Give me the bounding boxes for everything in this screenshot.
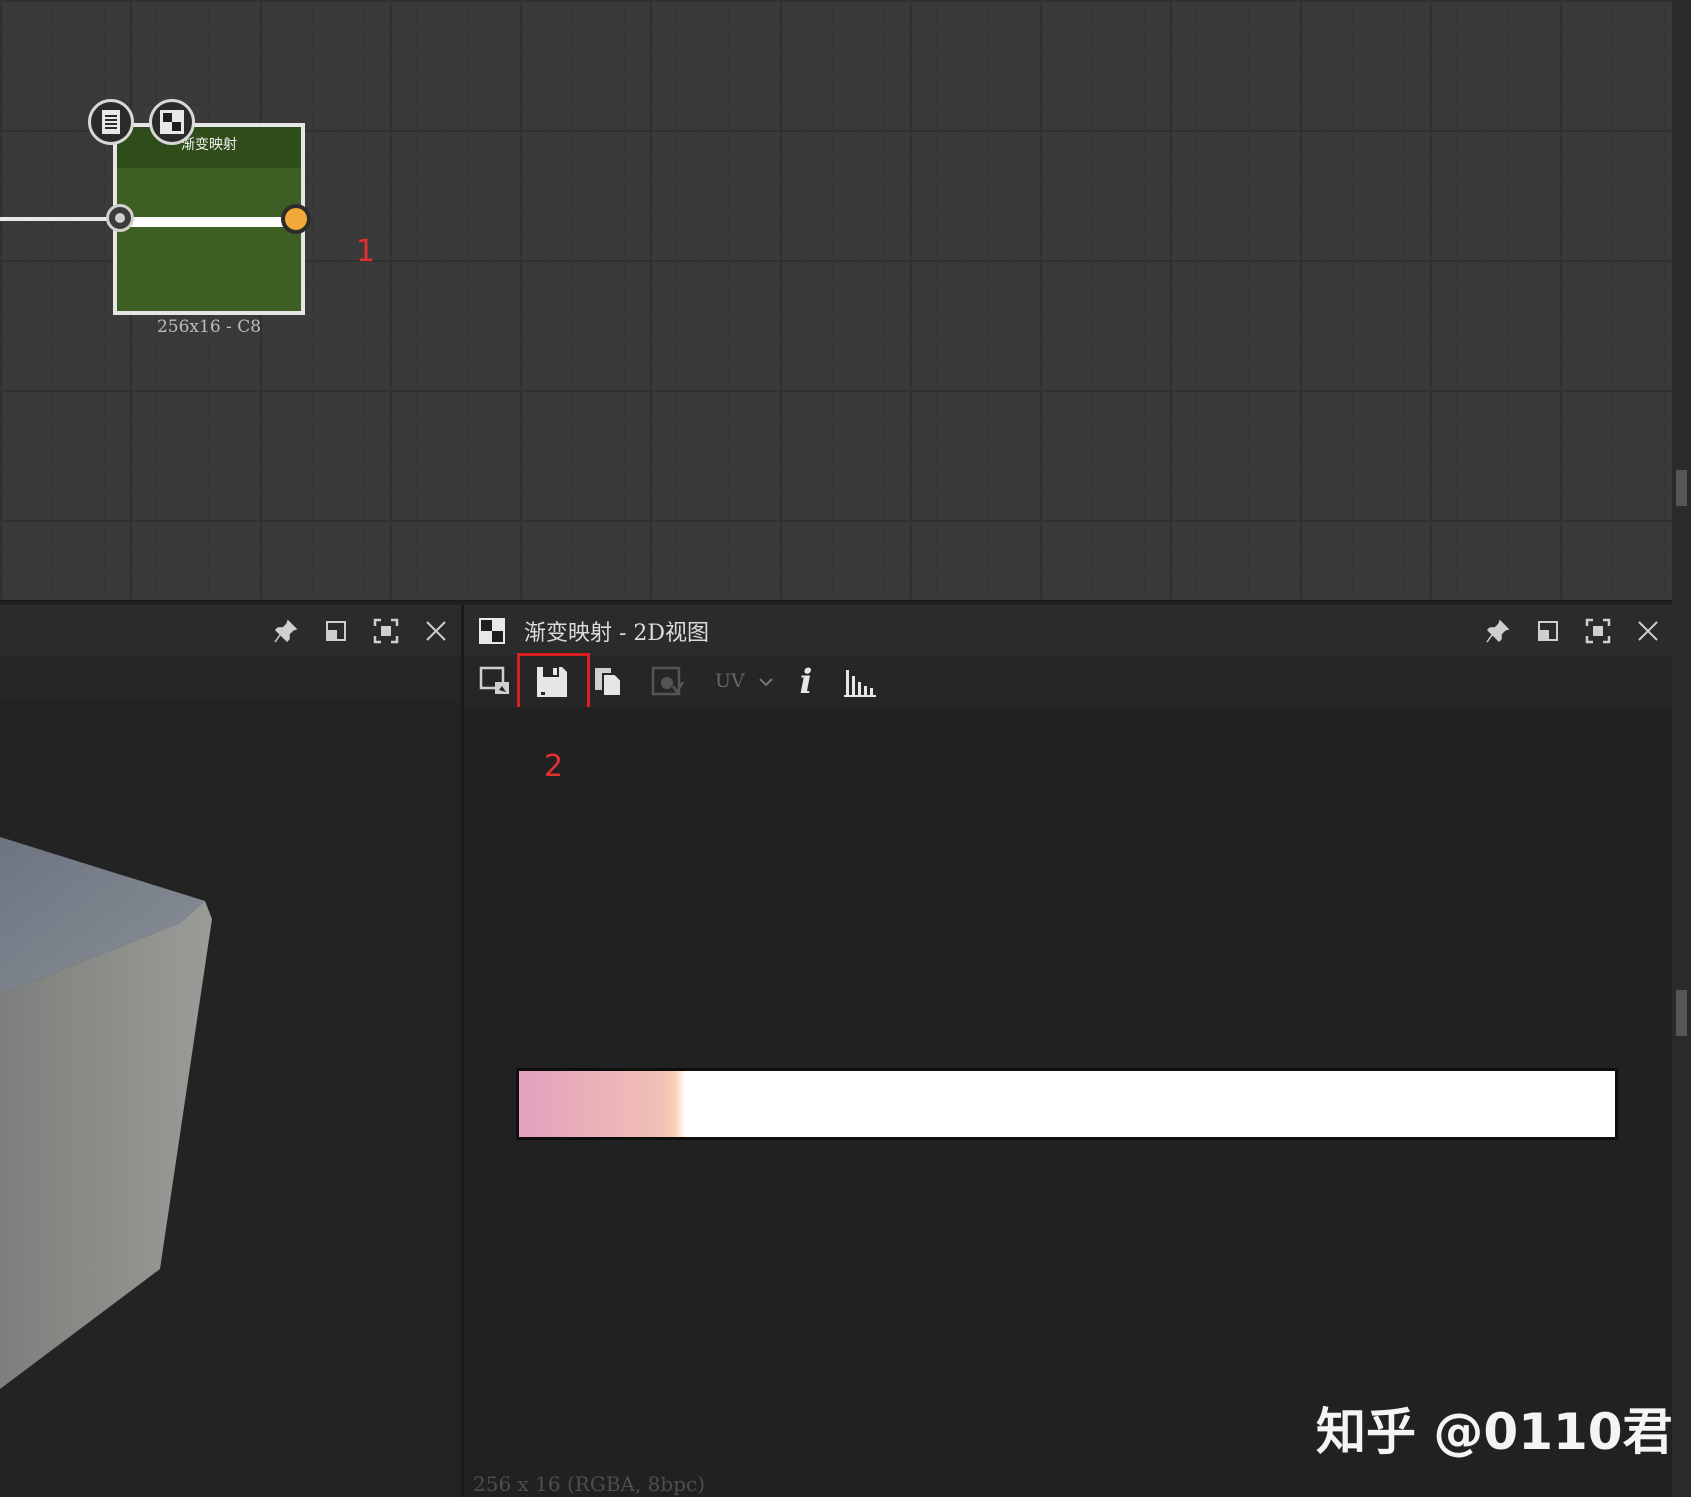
annotation-2: 2	[544, 749, 564, 784]
annotation-1: 1	[356, 234, 376, 269]
pin-icon[interactable]	[1484, 617, 1512, 645]
cube-mesh	[0, 837, 212, 1389]
copy-icon[interactable]	[588, 663, 628, 701]
graph-canvas[interactable]: 渐变映射 256x16 - C8 1	[0, 0, 1672, 602]
gradient-map-node[interactable]: 渐变映射	[113, 123, 305, 315]
node-resolution-label: 256x16 - C8	[156, 317, 262, 337]
checker-view-icon	[478, 617, 506, 645]
maximize-icon[interactable]	[1584, 617, 1612, 645]
histogram-icon[interactable]	[840, 663, 880, 701]
close-icon[interactable]	[422, 617, 450, 645]
uv-dropdown[interactable]: UV	[715, 670, 745, 692]
document-icon[interactable]	[88, 99, 134, 145]
float-window-icon[interactable]	[322, 617, 350, 645]
texture-status-label: 256 x 16 (RGBA, 8bpc)	[473, 1472, 706, 1496]
chevron-down-icon[interactable]	[754, 663, 778, 701]
input-wire	[0, 217, 116, 221]
node-output-port[interactable]	[281, 204, 311, 234]
display-options-icon[interactable]	[476, 663, 516, 701]
3d-viewport[interactable]	[0, 699, 461, 1497]
node-gradient-preview	[125, 217, 289, 227]
panel-title: 渐变映射 - 2D视图	[524, 621, 710, 646]
node-title: 渐变映射	[117, 127, 301, 168]
export-view-icon	[648, 663, 688, 701]
node-input-port[interactable]	[106, 204, 134, 232]
close-icon[interactable]	[1634, 617, 1662, 645]
vertical-scrollbar[interactable]	[1672, 0, 1691, 1497]
info-icon[interactable]: i	[786, 662, 826, 702]
checker-view-icon[interactable]	[149, 99, 195, 145]
pin-icon[interactable]	[272, 617, 300, 645]
2d-view-header: 渐变映射 - 2D视图	[464, 605, 1672, 655]
3d-view-header	[0, 605, 461, 655]
2d-view-toolbar: i	[464, 655, 1672, 707]
maximize-icon[interactable]	[372, 617, 400, 645]
3d-view-toolbar	[0, 655, 461, 699]
float-window-icon[interactable]	[1534, 617, 1562, 645]
gradient-texture-preview	[516, 1068, 1618, 1140]
watermark: 知乎 @0110君	[1316, 1403, 1673, 1461]
